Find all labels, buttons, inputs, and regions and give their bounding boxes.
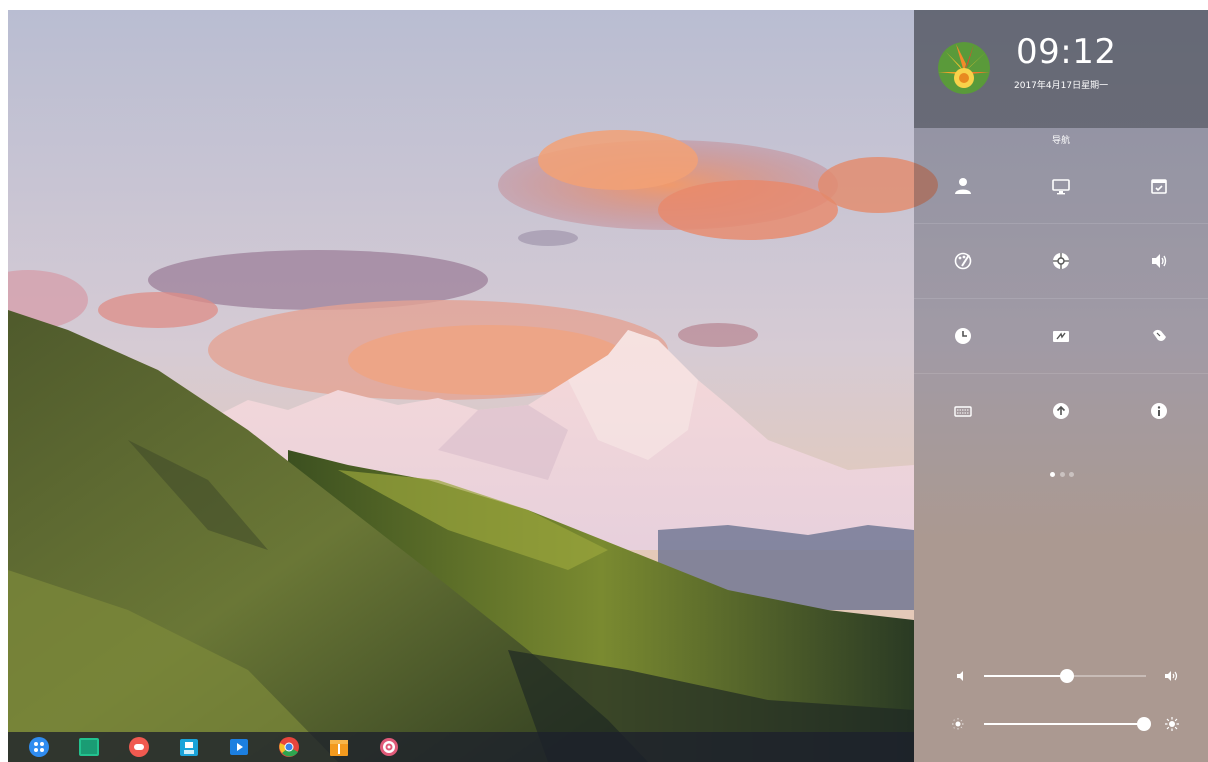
chrome-icon[interactable] [278, 736, 300, 758]
volume-high-icon [1164, 668, 1180, 684]
tile-accounts[interactable] [914, 148, 1012, 223]
desktop-screen: 09:12 2017年4月17日星期一 导航 [8, 10, 1208, 762]
user-icon [955, 177, 971, 194]
brightness-high-icon [1164, 716, 1180, 732]
tile-default-apps[interactable] [1110, 148, 1208, 223]
volume-handle[interactable] [1059, 669, 1074, 683]
page-dot-active[interactable] [1050, 472, 1055, 477]
clock: 09:12 [1016, 32, 1117, 72]
tile-update[interactable] [1012, 373, 1110, 448]
brightness-handle[interactable] [1137, 717, 1152, 731]
volume-slider-row [914, 664, 1208, 688]
section-title: 导航 [1051, 136, 1070, 146]
avatar[interactable] [938, 42, 990, 94]
control-center-header: 09:12 2017年4月17日星期一 [914, 10, 1208, 128]
tile-mouse[interactable] [1110, 298, 1208, 373]
tile-display[interactable] [1012, 148, 1110, 223]
speaker-icon [1152, 253, 1167, 268]
tile-sound[interactable] [1110, 223, 1208, 298]
dock [8, 732, 914, 762]
tile-power[interactable] [1012, 298, 1110, 373]
info-icon [1151, 402, 1167, 419]
mouse-icon [1153, 329, 1166, 341]
control-center: 09:12 2017年4月17日星期一 导航 [914, 10, 1208, 762]
tile-time-date[interactable] [914, 298, 1012, 373]
gear-icon[interactable] [378, 736, 400, 758]
clock-icon [955, 327, 971, 344]
tile-system-info[interactable] [1110, 373, 1208, 448]
battery-icon [1053, 330, 1069, 342]
palette-icon [954, 252, 972, 269]
monitor-icon [1052, 178, 1070, 194]
archive-icon[interactable] [328, 736, 350, 758]
keyboard-icon [954, 405, 972, 417]
brightness-slider[interactable] [984, 717, 1152, 731]
page-dot[interactable] [1060, 472, 1065, 477]
launcher-icon[interactable] [28, 736, 50, 758]
video-icon[interactable] [228, 736, 250, 758]
brightness-slider-row [914, 712, 1208, 736]
tile-keyboard[interactable] [914, 373, 1012, 448]
settings-grid [914, 148, 1208, 448]
date-label: 2017年4月17日星期一 [1014, 81, 1109, 91]
network-icon [1053, 252, 1069, 269]
tile-network[interactable] [1012, 223, 1110, 298]
tile-personalization[interactable] [914, 223, 1012, 298]
record-icon[interactable] [128, 736, 150, 758]
upload-icon [1053, 402, 1069, 419]
terminal-icon[interactable] [78, 736, 100, 758]
brightness-low-icon [950, 716, 966, 732]
store-icon[interactable] [178, 736, 200, 758]
page-dot[interactable] [1069, 472, 1074, 477]
volume-low-icon [954, 668, 970, 684]
calendar-check-icon [1151, 178, 1167, 194]
volume-slider[interactable] [984, 669, 1146, 683]
brightness-fill [984, 723, 1145, 725]
volume-fill [984, 675, 1067, 677]
